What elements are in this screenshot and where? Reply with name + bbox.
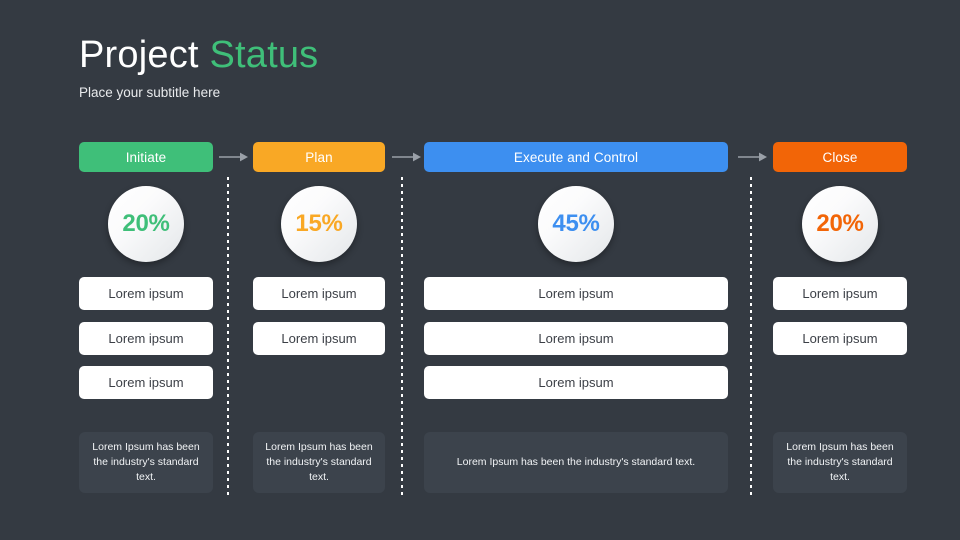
item-pill-close-1[interactable]: Lorem ipsum <box>773 277 907 310</box>
stage-header-plan[interactable]: Plan <box>253 142 385 172</box>
column-plan: Plan <box>253 142 385 172</box>
column-divider-3 <box>750 177 752 497</box>
item-pill-plan-2[interactable]: Lorem ipsum <box>253 322 385 355</box>
stage-header-close[interactable]: Close <box>773 142 907 172</box>
page-subtitle: Place your subtitle here <box>79 85 221 100</box>
note-box-initiate: Lorem Ipsum has been the industry's stan… <box>79 432 213 493</box>
item-pill-initiate-2[interactable]: Lorem ipsum <box>79 322 213 355</box>
item-pill-close-2[interactable]: Lorem ipsum <box>773 322 907 355</box>
percent-wrap-close: 20% <box>773 186 907 262</box>
arrow-initiate-to-plan <box>219 150 249 164</box>
page-title-primary: Project <box>79 34 199 76</box>
slide-canvas: Project Status Place your subtitle here … <box>0 0 960 540</box>
arrow-execute-to-close <box>738 150 768 164</box>
item-pill-initiate-1[interactable]: Lorem ipsum <box>79 277 213 310</box>
percent-wrap-execute-and-control: 45% <box>424 186 728 262</box>
item-pill-plan-1[interactable]: Lorem ipsum <box>253 277 385 310</box>
item-pill-initiate-3[interactable]: Lorem ipsum <box>79 366 213 399</box>
column-close: Close <box>773 142 907 172</box>
percent-circle-execute-and-control: 45% <box>538 186 614 262</box>
percent-circle-plan: 15% <box>281 186 357 262</box>
title-block: Project Status Place your subtitle here <box>79 32 318 100</box>
note-box-close: Lorem Ipsum has been the industry's stan… <box>773 432 907 493</box>
percent-wrap-plan: 15% <box>253 186 385 262</box>
column-initiate: Initiate <box>79 142 213 172</box>
column-divider-2 <box>401 177 403 497</box>
percent-wrap-initiate: 20% <box>79 186 213 262</box>
column-execute-and-control: Execute and Control <box>424 142 728 172</box>
percent-circle-initiate: 20% <box>108 186 184 262</box>
stage-header-initiate[interactable]: Initiate <box>79 142 213 172</box>
percent-circle-close: 20% <box>802 186 878 262</box>
item-pill-execute-1[interactable]: Lorem ipsum <box>424 277 728 310</box>
arrow-plan-to-execute <box>392 150 422 164</box>
note-box-execute-and-control: Lorem Ipsum has been the industry's stan… <box>424 432 728 493</box>
column-divider-1 <box>227 177 229 497</box>
page-title: Project Status <box>79 32 318 78</box>
note-box-plan: Lorem Ipsum has been the industry's stan… <box>253 432 385 493</box>
item-pill-execute-3[interactable]: Lorem ipsum <box>424 366 728 399</box>
page-title-accent: Status <box>209 34 319 76</box>
stage-header-execute-and-control[interactable]: Execute and Control <box>424 142 728 172</box>
item-pill-execute-2[interactable]: Lorem ipsum <box>424 322 728 355</box>
